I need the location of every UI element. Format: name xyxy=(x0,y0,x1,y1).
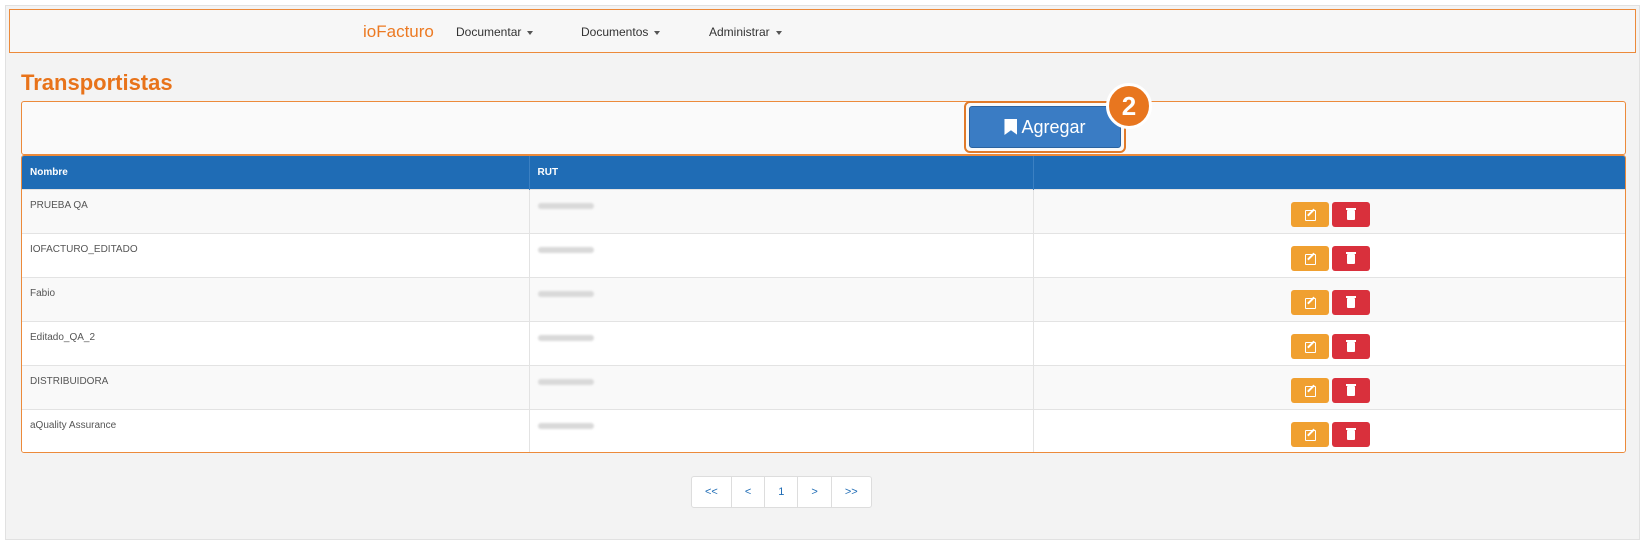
cell-nombre: Fabio xyxy=(22,277,530,321)
brand-logo[interactable]: ioFacturo xyxy=(363,10,434,54)
cell-actions xyxy=(1033,189,1625,233)
cell-actions xyxy=(1033,365,1625,409)
page: ioFacturo Documentar Documentos Administ… xyxy=(5,5,1640,540)
menu-documentar-label: Documentar xyxy=(456,25,522,39)
cell-nombre: IOFACTURO_EDITADO xyxy=(22,233,530,277)
edit-button[interactable] xyxy=(1290,245,1329,271)
cell-actions xyxy=(1033,277,1625,321)
cell-actions xyxy=(1033,409,1625,452)
menu-documentos[interactable]: Documentos xyxy=(581,10,661,54)
cell-actions xyxy=(1033,321,1625,365)
top-navbar: ioFacturo Documentar Documentos Administ… xyxy=(9,9,1636,53)
add-button[interactable]: Agregar xyxy=(969,106,1121,148)
table-header: Nombre RUT xyxy=(22,156,1625,189)
chevron-down-icon xyxy=(654,30,661,35)
cell-nombre: DISTRIBUIDORA xyxy=(22,365,530,409)
table-row: DISTRIBUIDORA xyxy=(22,365,1625,409)
add-button-highlight: Agregar xyxy=(964,101,1126,153)
cell-nombre: PRUEBA QA xyxy=(22,189,530,233)
delete-button[interactable] xyxy=(1331,245,1370,271)
page-next-button[interactable]: > xyxy=(798,477,832,507)
cell-rut xyxy=(529,321,1034,365)
pagination: << < 1 > >> xyxy=(691,476,872,508)
chevron-down-icon xyxy=(527,30,534,35)
cell-nombre: Editado_QA_2 xyxy=(22,321,530,365)
redacted-rut xyxy=(537,246,594,253)
menu-documentar[interactable]: Documentar xyxy=(456,10,534,54)
redacted-rut xyxy=(537,334,594,341)
chevron-down-icon xyxy=(775,30,782,35)
edit-button[interactable] xyxy=(1290,377,1329,403)
cell-rut xyxy=(529,365,1034,409)
edit-button[interactable] xyxy=(1290,289,1329,315)
cell-nombre: aQuality Assurance xyxy=(22,409,530,452)
page-title: Transportistas xyxy=(21,70,173,95)
table-row: PRUEBA QA xyxy=(22,189,1625,233)
delete-button[interactable] xyxy=(1331,333,1370,359)
redacted-rut xyxy=(537,422,594,429)
delete-button[interactable] xyxy=(1331,377,1370,403)
page-number-button[interactable]: 1 xyxy=(765,477,799,507)
menu-documentos-label: Documentos xyxy=(581,25,649,39)
column-header-rut[interactable]: RUT xyxy=(529,156,1034,189)
table-row: Fabio xyxy=(22,277,1625,321)
bookmark-icon xyxy=(1004,119,1018,135)
page-prev-button[interactable]: < xyxy=(732,477,766,507)
menu-administrar-label: Administrar xyxy=(709,25,770,39)
delete-button[interactable] xyxy=(1331,289,1370,315)
cell-rut xyxy=(529,277,1034,321)
cell-actions xyxy=(1033,233,1625,277)
page-last-button[interactable]: >> xyxy=(832,477,871,507)
redacted-rut xyxy=(537,202,594,209)
delete-button[interactable] xyxy=(1331,421,1370,447)
redacted-rut xyxy=(537,378,594,385)
column-header-actions xyxy=(1033,156,1625,189)
delete-button[interactable] xyxy=(1331,201,1370,227)
add-button-label: Agregar xyxy=(1021,116,1086,137)
page-first-button[interactable]: << xyxy=(692,477,732,507)
menu-administrar[interactable]: Administrar xyxy=(709,10,782,54)
column-header-nombre[interactable]: Nombre xyxy=(22,156,530,189)
step-badge: 2 xyxy=(1106,83,1152,129)
carriers-table: Nombre RUT PRUEBA QA IOFACTURO_EDITADO F… xyxy=(21,155,1626,453)
redacted-rut xyxy=(537,290,594,297)
edit-button[interactable] xyxy=(1290,201,1329,227)
edit-button[interactable] xyxy=(1290,421,1329,447)
cell-rut xyxy=(529,409,1034,452)
cell-rut xyxy=(529,189,1034,233)
toolbar xyxy=(21,101,1626,155)
table-row: Editado_QA_2 xyxy=(22,321,1625,365)
table-row: IOFACTURO_EDITADO xyxy=(22,233,1625,277)
cell-rut xyxy=(529,233,1034,277)
edit-button[interactable] xyxy=(1290,333,1329,359)
table-row: aQuality Assurance xyxy=(22,409,1625,452)
